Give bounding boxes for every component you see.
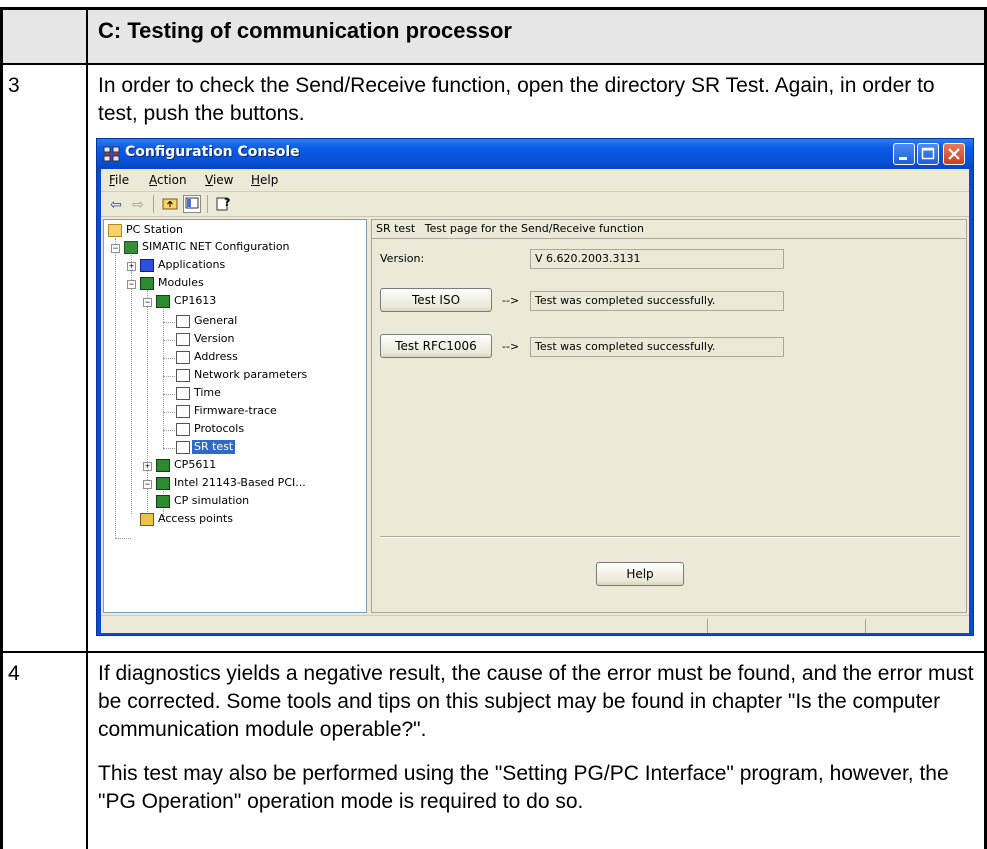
card-icon [156, 495, 170, 508]
status-cell [865, 619, 866, 633]
arrow-label: --> [502, 340, 520, 353]
help-icon[interactable]: ? [215, 195, 233, 213]
test-rfc1006-result: Test was completed successfully. [530, 337, 784, 357]
network-icon [124, 241, 138, 254]
collapse-toggle[interactable]: − [143, 480, 152, 489]
property-page-icon [176, 387, 190, 400]
property-page-icon [176, 423, 190, 436]
help-button[interactable]: Help [596, 562, 684, 586]
step-column-divider [86, 7, 88, 849]
step-number-3: 3 [8, 74, 20, 97]
panel-header: SR test Test page for the Send/Receive f… [372, 220, 966, 239]
version-value: V 6.620.2003.3131 [530, 249, 784, 269]
expand-toggle[interactable]: + [143, 462, 152, 471]
tree-item-address[interactable]: Address [194, 350, 238, 364]
panel-header-name: SR test [376, 222, 416, 235]
forward-arrow-icon[interactable]: ⇨ [129, 195, 147, 213]
step-number-4: 4 [8, 662, 20, 685]
tree-item-network-parameters[interactable]: Network parameters [194, 368, 307, 382]
card-icon [156, 459, 170, 472]
tree-item-access-points[interactable]: Access points [158, 512, 233, 526]
svg-text:?: ? [224, 196, 230, 209]
panel-header-description: Test page for the Send/Receive function [424, 222, 644, 235]
tree-item-simatic-net[interactable]: SIMATIC NET Configuration [142, 240, 290, 254]
document-page: C: Testing of communication processor 3 … [0, 0, 987, 849]
network-app-icon [103, 146, 120, 162]
step-4-paragraph-2: This test may also be performed using th… [98, 762, 949, 813]
collapse-toggle[interactable]: − [111, 244, 120, 253]
property-page-icon [176, 315, 190, 328]
tree-item-pc-station[interactable]: PC Station [126, 223, 183, 237]
toolbar: ⇦ ⇨ ? [101, 192, 969, 217]
menu-help[interactable]: Help [251, 173, 278, 187]
show-tree-icon[interactable] [183, 195, 201, 213]
close-icon [948, 148, 960, 160]
tree-item-sr-test[interactable]: SR test [192, 440, 236, 454]
tree-item-general[interactable]: General [194, 314, 237, 328]
maximize-icon [921, 147, 935, 160]
configuration-console-window: Configuration Console File Action View H… [96, 138, 974, 636]
row-divider [0, 651, 987, 653]
tree-item-intel-pci[interactable]: Intel 21143-Based PCI... [174, 476, 306, 490]
menu-file[interactable]: File [109, 173, 129, 187]
step-4-paragraph-1: If diagnostics yields a negative result,… [98, 662, 974, 741]
menu-view[interactable]: View [205, 173, 233, 187]
close-button[interactable] [943, 143, 965, 165]
table-header-title: C: Testing of communication processor [98, 18, 512, 43]
arrow-label: --> [502, 294, 520, 307]
tree-item-cp1613[interactable]: CP1613 [174, 294, 216, 308]
sr-test-panel: SR test Test page for the Send/Receive f… [371, 219, 967, 613]
up-folder-icon[interactable] [161, 195, 179, 213]
back-arrow-icon[interactable]: ⇦ [107, 195, 125, 213]
property-page-icon [176, 369, 190, 382]
folder-icon [108, 224, 122, 237]
version-label: Version: [380, 252, 425, 265]
collapse-toggle[interactable]: − [127, 280, 136, 289]
window-title: Configuration Console [125, 144, 300, 160]
test-iso-button[interactable]: Test ISO [380, 288, 492, 312]
applications-icon [140, 259, 154, 272]
window-client-area: File Action View Help ⇦ ⇨ ? PC Station −… [101, 169, 969, 633]
card-icon [156, 295, 170, 308]
header-divider [0, 63, 987, 65]
tree-item-firmware-trace[interactable]: Firmware-trace [194, 404, 277, 418]
property-page-icon [176, 333, 190, 346]
card-icon [156, 477, 170, 490]
status-bar [101, 615, 969, 634]
step-3-text: In order to check the Send/Receive funct… [98, 74, 935, 125]
panel-separator [380, 536, 960, 538]
test-rfc1006-button[interactable]: Test RFC1006 [380, 334, 492, 358]
maximize-button[interactable] [917, 143, 939, 165]
tree-item-modules[interactable]: Modules [158, 276, 204, 290]
expand-toggle[interactable]: + [127, 262, 136, 271]
menu-bar: File Action View Help [101, 169, 969, 192]
tree-item-version[interactable]: Version [194, 332, 234, 346]
status-cell [707, 619, 708, 633]
tree-item-cp5611[interactable]: CP5611 [174, 458, 216, 472]
property-page-icon [176, 405, 190, 418]
menu-action[interactable]: Action [149, 173, 187, 187]
minimize-button[interactable] [893, 143, 915, 165]
collapse-toggle[interactable]: − [143, 298, 152, 307]
toolbar-separator [207, 195, 208, 213]
property-page-icon [176, 351, 190, 364]
tree-item-applications[interactable]: Applications [158, 258, 225, 272]
window-title-bar[interactable]: Configuration Console [97, 139, 973, 169]
tree-item-time[interactable]: Time [194, 386, 221, 400]
modules-icon [140, 277, 154, 290]
toolbar-separator [153, 195, 154, 213]
property-page-icon [176, 441, 190, 454]
test-iso-result: Test was completed successfully. [530, 291, 784, 311]
minimize-icon [899, 157, 907, 160]
table-left-border [0, 7, 3, 849]
tree-item-cp-simulation[interactable]: CP simulation [174, 494, 249, 508]
tree-item-protocols[interactable]: Protocols [194, 422, 244, 436]
navigation-tree: PC Station − SIMATIC NET Configuration +… [103, 219, 367, 613]
access-points-icon [140, 513, 154, 526]
table-top-border [0, 7, 987, 10]
